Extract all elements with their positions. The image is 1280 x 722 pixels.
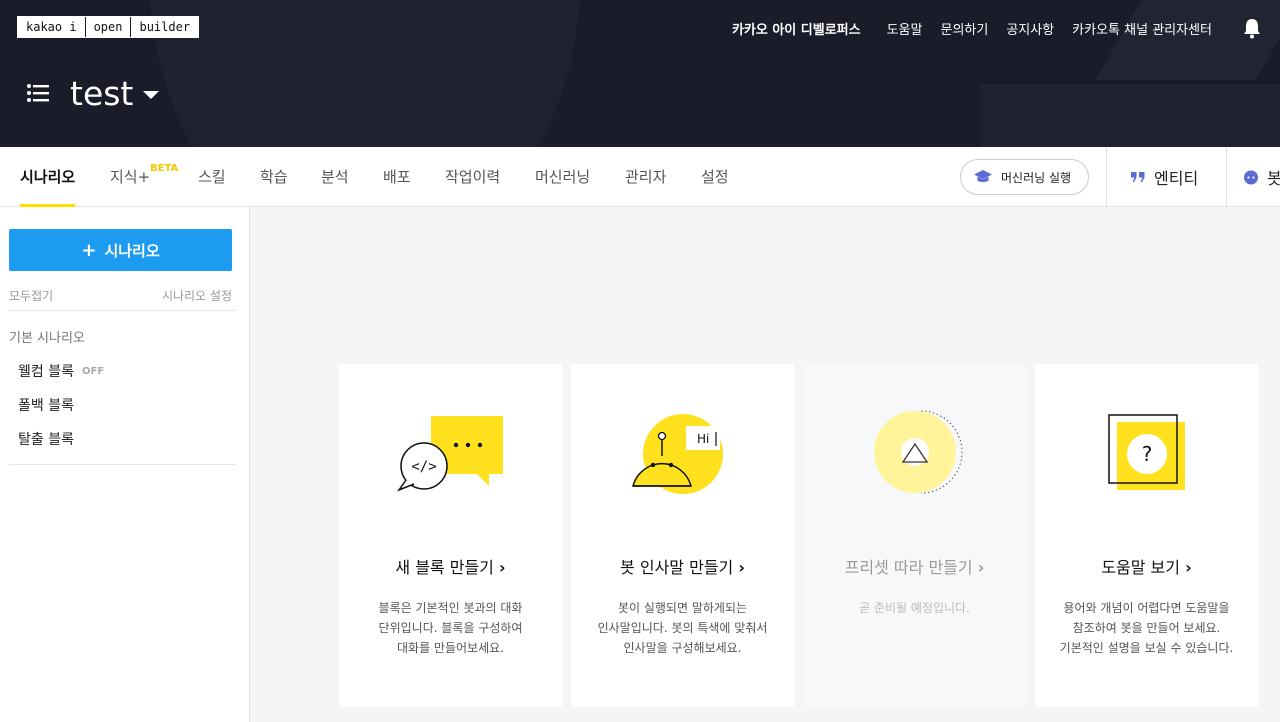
run-machine-learning-label: 머신러닝 실행: [1001, 170, 1072, 185]
main-tab-bar: 시나리오 지식+ BETA 스킬 학습 분석 배포 작업이력 머신러닝 관리자 …: [0, 147, 1280, 207]
add-scenario-button[interactable]: + 시나리오: [9, 229, 232, 271]
bot-greeting-illustration-icon: Hi: [632, 414, 723, 494]
card-description: 봇이 실행되면 말하게되는 인사말입니다. 봇의 특색에 맞춰서 인사말을 구성…: [597, 601, 768, 655]
logo-part: kakao i: [18, 17, 85, 37]
header-decoration: [1095, 0, 1280, 80]
sidebar-item-label: 탈출 블록: [18, 432, 74, 448]
tab-divider: [1226, 147, 1227, 207]
top-nav: 카카오 아이 디벨로퍼스 도움말 문의하기 공지사항 카카오톡 채널 관리자센터: [732, 19, 1212, 38]
sidebar-item-exit-block[interactable]: 탈출 블록: [18, 429, 74, 449]
tab-knowledge-plus[interactable]: 지식+: [110, 147, 150, 207]
sidebar-item-label: 폴백 블록: [18, 398, 74, 414]
tab-divider: [1106, 147, 1107, 207]
card-preset: 프리셋 따라 만들기 › 곧 준비될 예정입니다.: [803, 364, 1026, 707]
card-title[interactable]: 봇 인사말 만들기 ›: [571, 554, 794, 578]
bot-name-title[interactable]: test: [70, 74, 133, 113]
card-description: 용어와 개념이 어렵다면 도움말을 참조하여 봇을 만들어 보세요. 기본적인 …: [1059, 601, 1234, 655]
tab-skill[interactable]: 스킬: [198, 147, 226, 207]
sidebar-item-fallback-block[interactable]: 폴백 블록: [18, 395, 74, 415]
top-header: kakao i open builder 카카오 아이 디벨로퍼스 도움말 문의…: [0, 0, 1280, 147]
tab-history[interactable]: 작업이력: [445, 147, 500, 207]
sidebar-options: 모두접기 시나리오 설정: [9, 287, 232, 304]
card-description: 곧 준비될 예정입니다.: [859, 601, 970, 615]
tab-deploy[interactable]: 배포: [383, 147, 411, 207]
sidebar-divider: [9, 464, 236, 465]
svg-text:</>: </>: [411, 459, 436, 475]
card-description: 블록은 기본적인 봇과의 대화 단위입니다. 블록을 구성하여 대화를 만들어보…: [378, 601, 523, 655]
kakao-open-builder-logo[interactable]: kakao i open builder: [17, 16, 200, 38]
logo-part: open: [84, 17, 131, 37]
card-help[interactable]: ? 도움말 보기 › 용어와 개념이 어렵다면 도움말을 참조하여 봇을 만들어…: [1035, 364, 1258, 707]
plus-icon: +: [81, 239, 97, 261]
card-new-block[interactable]: </> 새 블록 만들기 › 블록은 기본적인 봇과의 대화 단위입니다. 블록…: [339, 364, 562, 707]
preset-illustration-icon: [874, 410, 963, 494]
entity-label: 엔티티: [1154, 169, 1199, 188]
tab-admin[interactable]: 관리자: [625, 147, 666, 207]
nav-link-help[interactable]: 도움말: [887, 19, 923, 38]
scenario-sidebar: + 시나리오 모두접기 시나리오 설정 기본 시나리오 웰컴 블록 OFF 폴백…: [0, 207, 250, 722]
help-illustration-icon: ?: [1108, 414, 1185, 490]
tab-settings[interactable]: 설정: [701, 147, 729, 207]
card-title[interactable]: 새 블록 만들기 ›: [339, 554, 562, 578]
bot-menu-label: 봇: [1267, 169, 1280, 188]
card-title: 프리셋 따라 만들기 ›: [844, 558, 985, 577]
add-scenario-label: 시나리오: [104, 241, 160, 260]
nav-link-developers[interactable]: 카카오 아이 디벨로퍼스: [732, 19, 861, 38]
bot-icon: [1244, 170, 1258, 185]
sidebar-item-label: 웰컴 블록: [18, 364, 74, 380]
tab-scenario[interactable]: 시나리오: [20, 147, 76, 207]
tab-analytics[interactable]: 분석: [321, 147, 349, 207]
beta-badge: BETA: [150, 163, 179, 174]
logo-part: builder: [130, 17, 199, 37]
quote-icon: [1131, 172, 1145, 182]
chat-code-illustration-icon: </>: [396, 416, 503, 492]
scenario-settings-link[interactable]: 시나리오 설정: [162, 287, 232, 304]
bot-menu[interactable]: 봇: [1243, 147, 1280, 207]
card-title[interactable]: 도움말 보기 ›: [1035, 554, 1258, 578]
sidebar-item-welcome-block[interactable]: 웰컴 블록 OFF: [18, 361, 104, 381]
sidebar-divider: [9, 310, 236, 311]
question-mark-text: ?: [1142, 442, 1153, 466]
bell-icon[interactable]: [1242, 17, 1262, 39]
card-bot-greeting[interactable]: Hi 봇 인사말 만들기 › 봇이 실행되면 말하게되는 인사말입니다. 봇의 …: [571, 364, 794, 707]
bot-dropdown-caret-icon[interactable]: [143, 91, 159, 99]
header-decoration: [150, 0, 580, 147]
entity-menu[interactable]: 엔티티: [1130, 147, 1198, 207]
nav-link-notice[interactable]: 공지사항: [1006, 19, 1054, 38]
tab-learning[interactable]: 학습: [260, 147, 288, 207]
scenario-group-title[interactable]: 기본 시나리오: [9, 327, 85, 346]
header-decoration: [980, 84, 1280, 147]
hamburger-menu-icon[interactable]: [27, 84, 49, 102]
run-machine-learning-button[interactable]: 머신러닝 실행: [960, 159, 1089, 195]
nav-link-inquiry[interactable]: 문의하기: [940, 19, 988, 38]
off-badge: OFF: [81, 365, 105, 377]
tab-machine-learning[interactable]: 머신러닝: [535, 147, 590, 207]
hi-bubble-text: Hi: [697, 432, 709, 446]
nav-link-channel-admin[interactable]: 카카오톡 채널 관리자센터: [1072, 19, 1212, 38]
collapse-all-link[interactable]: 모두접기: [9, 287, 53, 304]
graduation-cap-icon: [974, 170, 992, 182]
